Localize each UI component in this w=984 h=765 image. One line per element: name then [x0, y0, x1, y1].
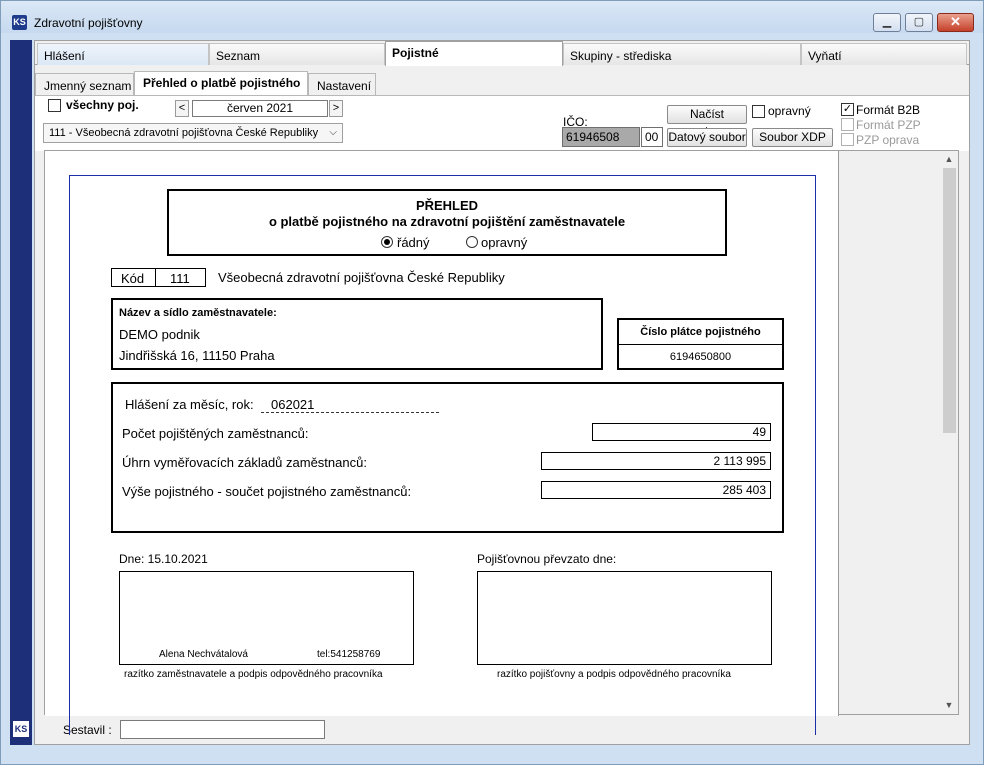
pzp-format-checkbox[interactable]: [841, 118, 854, 131]
minimize-icon: ▁: [882, 16, 892, 28]
report-page: PŘEHLED o platbě pojistného na zdravotní…: [45, 151, 839, 735]
insurer-stamp-box: [477, 571, 772, 665]
main-tab-bar: Hlášení Seznam Pojistné Skupiny - středi…: [35, 41, 969, 66]
chevron-down-icon: ⌵: [329, 127, 337, 138]
signer-name: Alena Nechvátalová: [159, 649, 248, 660]
chevron-right-icon: >: [332, 102, 340, 114]
payer-number-box: Číslo plátce pojistného 6194650800: [617, 318, 784, 370]
pzp-correction-checkbox[interactable]: [841, 133, 854, 146]
next-month-button[interactable]: >: [329, 100, 343, 117]
tab-hlaseni[interactable]: Hlášení: [37, 43, 209, 65]
title-bar: KS Zdravotní pojišťovny ▁ ▢ ✕: [1, 1, 983, 33]
insurer-stamp-caption: razítko pojišťovny a podpis odpovědného …: [497, 669, 731, 680]
vertical-scrollbar[interactable]: ▲ ▼: [940, 151, 958, 714]
brand-strip: Personální a mzdové informační systémy K…: [10, 40, 46, 745]
close-button[interactable]: ✕: [937, 13, 974, 32]
maximize-icon: ▢: [913, 16, 925, 28]
month-year-underline: [261, 412, 439, 413]
received-label: Pojišťovnou převzato dne:: [477, 552, 617, 566]
report-title-box: PŘEHLED o platbě pojistného na zdravotní…: [167, 189, 727, 256]
report-subtitle: o platbě pojistného na zdravotní pojiště…: [268, 214, 626, 229]
signer-phone: tel:541258769: [317, 649, 381, 660]
month-field[interactable]: červen 2021: [192, 100, 328, 117]
checkmark-icon: ✓: [842, 103, 853, 115]
assessment-base-value: 2 113 995: [541, 452, 771, 470]
all-insurers-label: všechny poj.: [66, 98, 139, 112]
employer-header: Název a sídlo zaměstnavatele:: [119, 307, 277, 319]
minimize-button[interactable]: ▁: [873, 13, 901, 32]
regular-radio[interactable]: [381, 236, 393, 248]
employer-box: Název a sídlo zaměstnavatele: DEMO podni…: [111, 298, 603, 370]
tab-seznam[interactable]: Seznam: [209, 43, 385, 65]
scroll-down-icon[interactable]: ▼: [940, 697, 958, 714]
employer-stamp-box: Alena Nechvátalová tel:541258769: [119, 571, 414, 665]
employer-address: Jindřišská 16, 11150 Praha: [119, 348, 275, 363]
tab-prehled-o-platbe[interactable]: Přehled o platbě pojistného: [134, 71, 308, 96]
ico-field[interactable]: 61946508: [562, 127, 640, 147]
assessment-base-label: Úhrn vyměřovacích základů zaměstnanců:: [122, 455, 367, 470]
scrollbar-thumb[interactable]: [943, 168, 956, 433]
code-box: Kód 111: [111, 268, 206, 287]
regular-radio-label: řádný: [397, 235, 430, 250]
code-divider: [155, 269, 156, 286]
month-year-label: Hlášení za měsíc, rok:: [125, 397, 254, 412]
code-label: Kód: [121, 271, 145, 286]
pzp-correction-label: PZP oprava: [856, 133, 920, 147]
premium-label: Výše pojistného - součet pojistného zamě…: [122, 484, 412, 499]
insurer-select[interactable]: 111 - Všeobecná zdravotní pojišťovna Čes…: [43, 123, 343, 143]
tab-skupiny-strediska[interactable]: Skupiny - střediska: [563, 43, 801, 65]
window-title: Zdravotní pojišťovny: [34, 16, 143, 30]
tab-jmenny-seznam[interactable]: Jmenný seznam: [35, 73, 134, 95]
data-file-button[interactable]: Datový soubor: [667, 128, 747, 147]
report-title: PŘEHLED: [415, 198, 479, 213]
b2b-format-label: Formát B2B: [856, 103, 921, 117]
app-window: KS Zdravotní pojišťovny ▁ ▢ ✕ Personální…: [0, 0, 984, 765]
corrective-radio-label: opravný: [481, 235, 528, 250]
load-report-button[interactable]: Načíst sestavu: [667, 105, 747, 138]
prev-month-button[interactable]: <: [175, 100, 189, 117]
payer-number: 6194650800: [669, 351, 732, 363]
month-year-value: 062021: [271, 397, 315, 412]
xdp-file-button[interactable]: Soubor XDP: [752, 128, 833, 147]
summary-box: Hlášení za měsíc, rok: 062021 Počet poji…: [111, 382, 784, 533]
employer-name: DEMO podnik: [119, 327, 200, 342]
pzp-format-label: Formát PZP: [856, 118, 921, 132]
corrective-radio[interactable]: [466, 236, 478, 248]
scroll-up-icon[interactable]: ▲: [940, 151, 958, 168]
payer-number-label: Číslo plátce pojistného: [640, 326, 761, 338]
insured-count-value: 49: [592, 423, 771, 441]
premium-value: 285 403: [541, 481, 771, 499]
tab-nastaveni[interactable]: Nastavení: [308, 73, 376, 95]
report-preview: PŘEHLED o platbě pojistného na zdravotní…: [44, 150, 959, 735]
maximize-button[interactable]: ▢: [905, 13, 933, 32]
insured-count-label: Počet pojištěných zaměstnanců:: [122, 426, 309, 441]
all-insurers-checkbox[interactable]: [48, 99, 61, 112]
b2b-format-checkbox[interactable]: ✓: [841, 103, 854, 116]
corrective-checkbox[interactable]: [752, 105, 765, 118]
payer-number-divider: [619, 344, 782, 345]
tab-vynati[interactable]: Vyňatí: [801, 43, 967, 65]
date-label: Dne: 15.10.2021: [119, 552, 208, 566]
close-icon: ✕: [950, 14, 961, 29]
employer-stamp-caption: razítko zaměstnavatele a podpis odpovědn…: [124, 669, 383, 680]
insurer-name: Všeobecná zdravotní pojišťovna České Rep…: [218, 270, 505, 285]
chevron-left-icon: <: [178, 102, 186, 114]
code-value: 111: [170, 271, 190, 286]
ico-suffix-field[interactable]: 00: [641, 127, 663, 147]
tab-pojistne[interactable]: Pojistné: [385, 41, 563, 66]
insurer-select-value: 111 - Všeobecná zdravotní pojišťovna Čes…: [49, 127, 319, 139]
brand-logo: KS: [13, 721, 29, 737]
corrective-label: opravný: [768, 104, 811, 118]
app-icon: KS: [12, 15, 27, 30]
